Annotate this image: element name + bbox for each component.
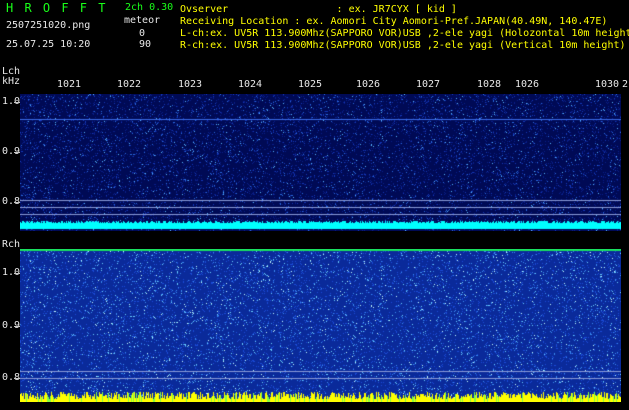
- lch-spectrogram-canvas: [20, 94, 621, 231]
- date-time: 25.07.25 10:20: [6, 39, 91, 50]
- header-lch-info: L-ch:ex. UV5R 113.900Mhz(SAPPORO VOR)USB…: [180, 28, 629, 39]
- header-location: Receiving Location : ex. Aomori City Aom…: [180, 16, 608, 27]
- time-tick: 1024: [238, 79, 263, 90]
- file-name: 2507251020.png: [6, 20, 91, 31]
- meteor-count-rch: 90: [139, 39, 152, 50]
- rch-spectrogram: [20, 249, 621, 402]
- unit-label: kHz: [2, 76, 21, 87]
- time-tick: 2: [622, 79, 629, 90]
- right-border: [621, 94, 629, 402]
- time-tick: 1026: [356, 79, 381, 90]
- time-tick: 1021: [57, 79, 82, 90]
- app-version: 2ch 0.30: [125, 2, 174, 13]
- app-logo: H R O F F T: [6, 1, 108, 15]
- time-tick: 1026: [515, 79, 540, 90]
- rch-label: Rch: [2, 239, 21, 250]
- time-tick: 1027: [416, 79, 441, 90]
- meteor-count-lch: 0: [139, 28, 146, 39]
- time-tick: 1022: [117, 79, 142, 90]
- meteor-label: meteor: [124, 15, 161, 26]
- header-rch-info: R-ch:ex. UV5R 113.900Mhz(SAPPORO VOR)USB…: [180, 40, 626, 51]
- time-tick: 1030: [595, 79, 620, 90]
- lch-spectrogram: [20, 94, 621, 231]
- header-observer: Ovserver : ex. JR7CYX [ kid ]: [180, 4, 457, 15]
- time-tick: 1025: [298, 79, 323, 90]
- time-tick: 1023: [178, 79, 203, 90]
- time-tick: 1028: [477, 79, 502, 90]
- rch-spectrogram-canvas: [20, 249, 621, 402]
